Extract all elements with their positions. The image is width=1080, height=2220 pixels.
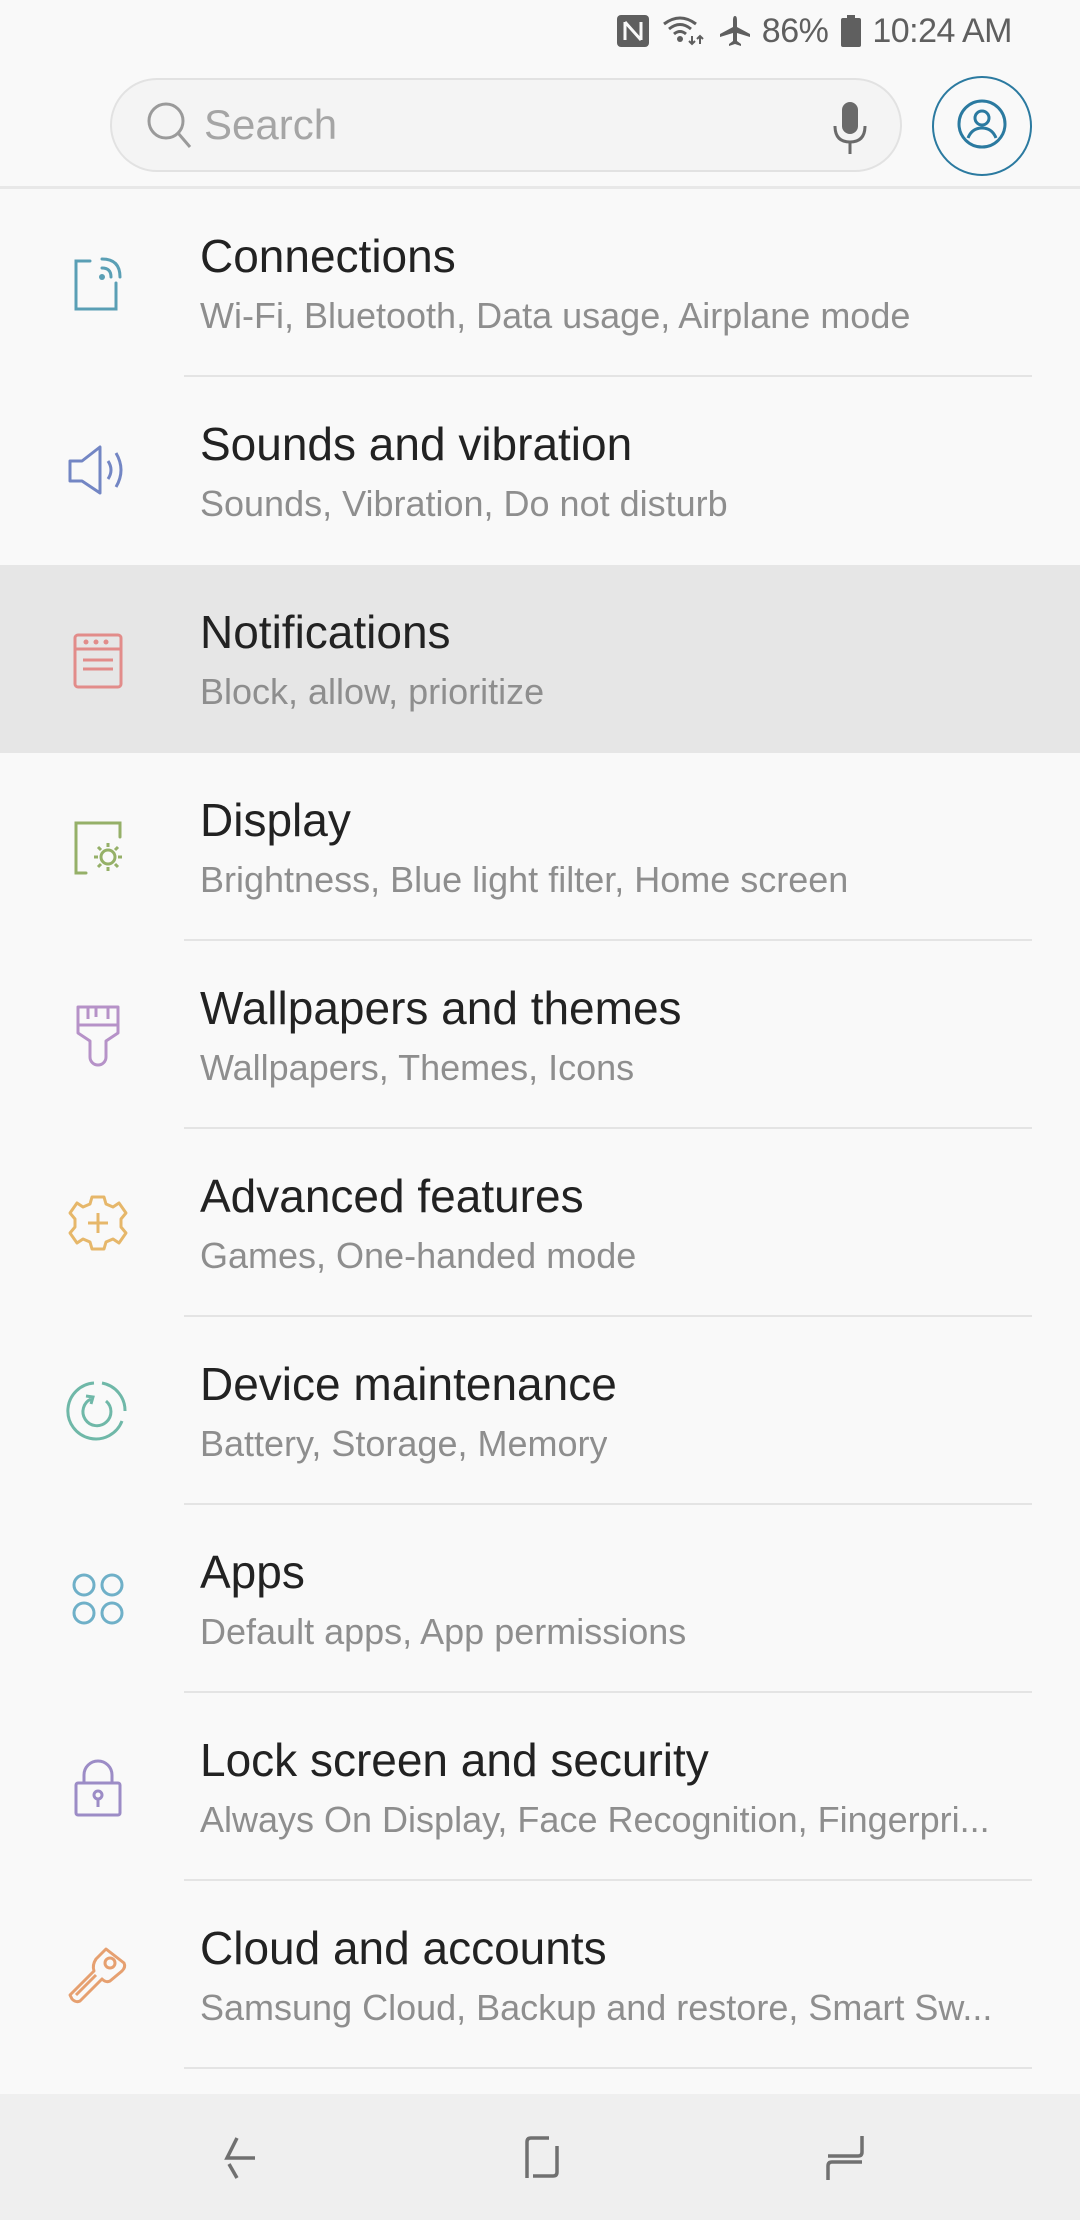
item-subtitle: Games, One-handed mode bbox=[200, 1235, 637, 1276]
paintbrush-icon bbox=[58, 995, 138, 1075]
back-button[interactable] bbox=[205, 2124, 275, 2194]
wifi-icon bbox=[662, 14, 706, 48]
item-title: Apps bbox=[200, 1546, 305, 1598]
clock: 10:24 AM bbox=[872, 11, 1012, 50]
item-subtitle: Wallpapers, Themes, Icons bbox=[200, 1047, 635, 1088]
airplane-mode-icon bbox=[718, 14, 752, 48]
recents-button[interactable] bbox=[810, 2124, 880, 2194]
connections-icon bbox=[58, 243, 138, 323]
item-title: Connections bbox=[200, 230, 456, 282]
gear-plus-icon bbox=[58, 1183, 138, 1263]
item-divider bbox=[184, 2067, 1032, 2069]
search-bar[interactable] bbox=[110, 78, 902, 172]
item-subtitle: Brightness, Blue light filter, Home scre… bbox=[200, 859, 849, 900]
item-title: Device maintenance bbox=[200, 1358, 617, 1410]
apps-grid-icon bbox=[58, 1559, 138, 1639]
display-brightness-icon bbox=[58, 807, 138, 887]
settings-item-device-maintenance[interactable]: Device maintenance Battery, Storage, Mem… bbox=[0, 1317, 1080, 1505]
speaker-icon bbox=[58, 431, 138, 511]
item-title: Cloud and accounts bbox=[200, 1922, 607, 1974]
item-title: Notifications bbox=[200, 606, 451, 658]
navigation-bar bbox=[0, 2094, 1080, 2220]
lock-icon bbox=[58, 1747, 138, 1827]
item-subtitle: Sounds, Vibration, Do not disturb bbox=[200, 483, 728, 524]
profile-button[interactable] bbox=[932, 76, 1032, 176]
item-subtitle: Block, allow, prioritize bbox=[200, 671, 545, 712]
back-icon bbox=[215, 2132, 265, 2187]
refresh-circle-icon bbox=[58, 1371, 138, 1451]
item-subtitle: Default apps, App permissions bbox=[200, 1611, 687, 1652]
settings-item-connections[interactable]: Connections Wi-Fi, Bluetooth, Data usage… bbox=[0, 189, 1080, 377]
item-title: Advanced features bbox=[200, 1170, 584, 1222]
item-title: Sounds and vibration bbox=[200, 418, 633, 470]
item-subtitle: Battery, Storage, Memory bbox=[200, 1423, 608, 1464]
settings-item-advanced-features[interactable]: Advanced features Games, One-handed mode bbox=[0, 1129, 1080, 1317]
home-icon bbox=[517, 2132, 567, 2187]
search-header bbox=[0, 76, 1080, 176]
account-icon bbox=[956, 98, 1008, 155]
item-subtitle: Wi-Fi, Bluetooth, Data usage, Airplane m… bbox=[200, 295, 911, 336]
search-input[interactable] bbox=[204, 101, 804, 149]
settings-item-apps[interactable]: Apps Default apps, App permissions bbox=[0, 1505, 1080, 1693]
status-bar: 86% 10:24 AM bbox=[0, 0, 1080, 62]
mic-icon[interactable] bbox=[830, 100, 870, 156]
item-subtitle: Always On Display, Face Recognition, Fin… bbox=[200, 1799, 990, 1840]
item-subtitle: Samsung Cloud, Backup and restore, Smart… bbox=[200, 1987, 993, 2028]
item-title: Lock screen and security bbox=[200, 1734, 709, 1786]
settings-item-display[interactable]: Display Brightness, Blue light filter, H… bbox=[0, 753, 1080, 941]
settings-item-wallpapers[interactable]: Wallpapers and themes Wallpapers, Themes… bbox=[0, 941, 1080, 1129]
item-title: Display bbox=[200, 794, 351, 846]
home-button[interactable] bbox=[507, 2124, 577, 2194]
settings-list: Connections Wi-Fi, Bluetooth, Data usage… bbox=[0, 189, 1080, 2069]
settings-item-sounds[interactable]: Sounds and vibration Sounds, Vibration, … bbox=[0, 377, 1080, 565]
settings-item-notifications[interactable]: Notifications Block, allow, prioritize bbox=[0, 565, 1080, 753]
recents-icon bbox=[820, 2132, 870, 2187]
search-icon bbox=[142, 97, 198, 153]
key-icon bbox=[58, 1935, 138, 2015]
settings-item-lock-screen[interactable]: Lock screen and security Always On Displ… bbox=[0, 1693, 1080, 1881]
notifications-icon bbox=[58, 619, 138, 699]
battery-percent: 86% bbox=[761, 11, 829, 50]
nfc-icon bbox=[616, 14, 650, 48]
item-title: Wallpapers and themes bbox=[200, 982, 682, 1034]
settings-item-cloud-accounts[interactable]: Cloud and accounts Samsung Cloud, Backup… bbox=[0, 1881, 1080, 2069]
battery-icon bbox=[840, 14, 862, 48]
